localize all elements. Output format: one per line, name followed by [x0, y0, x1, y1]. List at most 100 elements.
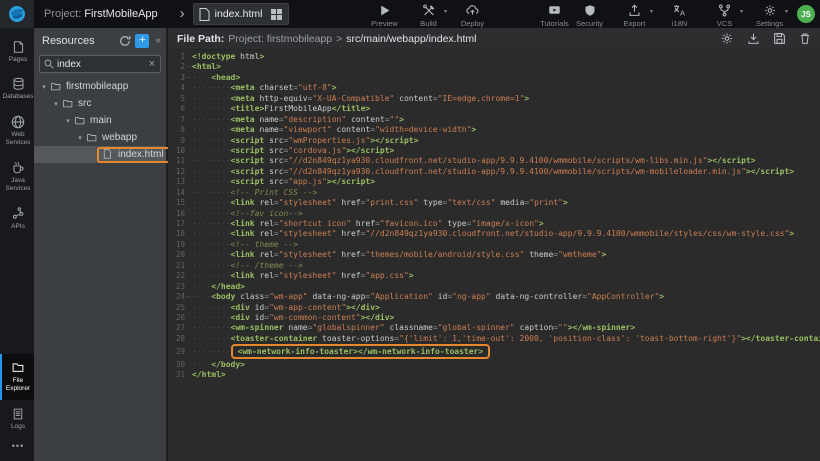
code-line-4[interactable]: 4········<meta charset="utf-8"> — [168, 83, 820, 93]
code-line-18[interactable]: 18········<link rel="stylesheet" href="/… — [168, 229, 820, 239]
sidebar-item-file-explorer[interactable]: File Explorer — [0, 354, 34, 400]
code-line-14[interactable]: 14········<!-- Print CSS --> — [168, 188, 820, 198]
line-number: 11 — [168, 156, 185, 166]
code-text: ········<!-- /theme --> — [192, 261, 303, 271]
code-line-21[interactable]: 21········<!-- /theme --> — [168, 261, 820, 271]
add-resource-button[interactable]: + — [135, 34, 149, 48]
editor-save-icon[interactable] — [773, 32, 786, 45]
code-line-16[interactable]: 16········<!--fav icon--> — [168, 209, 820, 219]
toolbar-action-preview[interactable]: Preview — [367, 0, 402, 28]
tree-item-main[interactable]: ▾main — [34, 112, 166, 129]
tree-item-firstmobileapp[interactable]: ▾firstmobileapp — [34, 78, 166, 95]
toolbar-action-security[interactable]: Security — [572, 0, 607, 28]
refresh-icon[interactable] — [119, 35, 131, 47]
sidebar-item-databases[interactable]: Databases — [0, 70, 34, 107]
toolbar-action-export[interactable]: Export▾ — [617, 0, 652, 28]
toolbar-action-i18n[interactable]: Ai18N — [662, 0, 697, 28]
apis-icon — [12, 207, 25, 220]
toolbar-action-deploy[interactable]: Deploy — [455, 0, 490, 28]
tree-item-content: firstmobileapp — [49, 81, 128, 92]
line-number: 7 — [168, 115, 185, 125]
sidebar-item-label: File Explorer — [3, 377, 33, 394]
action-label: Settings — [756, 19, 783, 28]
code-line-1[interactable]: 1<!doctype html> — [168, 52, 820, 62]
chevron-down-icon: ▾ — [740, 8, 743, 15]
code-line-10[interactable]: 10········<script src="cordova.js"></scr… — [168, 146, 820, 156]
toolbar-action-build[interactable]: Build▾ — [411, 0, 446, 28]
editor-settings-icon[interactable] — [720, 32, 734, 45]
caret-down-icon[interactable]: ▾ — [39, 83, 49, 91]
code-text: ········<script src="wmProperties.js"></… — [192, 136, 418, 146]
line-number: 19 — [168, 240, 185, 250]
toolbar-action-settings[interactable]: Settings▾ — [752, 0, 787, 28]
code-line-31[interactable]: 31</html> — [168, 370, 820, 380]
clear-search-icon[interactable]: × — [148, 58, 156, 70]
code-line-20[interactable]: 20········<link rel="stylesheet" href="t… — [168, 250, 820, 260]
tree-item-label: webapp — [102, 132, 137, 143]
tree-item-index-html[interactable]: index.html — [34, 146, 166, 163]
code-line-5[interactable]: 5········<meta http-equiv="X-UA-Compatib… — [168, 94, 820, 104]
tree-item-webapp[interactable]: ▾ webapp — [34, 129, 166, 146]
code-text: ········<wm-spinner name="globalspinner"… — [192, 323, 635, 333]
caret-down-icon[interactable]: ▾ — [51, 100, 61, 108]
code-editor: File Path: Project: firstmobileapp > src… — [168, 28, 820, 461]
code-line-17[interactable]: 17········<link rel="shortcut icon" href… — [168, 219, 820, 229]
toolbar-action-vcs[interactable]: VCS▾ — [707, 0, 742, 28]
user-avatar[interactable]: JS — [797, 5, 815, 23]
code-line-6[interactable]: 6 ········<title>FirstMobileApp</title> — [168, 104, 820, 114]
code-line-27[interactable]: 27········<wm-spinner name="globalspinne… — [168, 323, 820, 333]
code-line-3[interactable]: 3–····<head> — [168, 73, 820, 83]
line-number: 4 — [168, 83, 185, 93]
tab-index-html[interactable]: index.html — [193, 3, 289, 25]
code-line-24[interactable]: 24–····<body class="wm-app" data-ng-app=… — [168, 292, 820, 302]
line-number: 29 — [168, 347, 185, 357]
code-line-26[interactable]: 26········<div id="wm-common-content"></… — [168, 313, 820, 323]
collapse-panel-icon[interactable]: « — [153, 35, 163, 46]
sidebar-item-web-services[interactable]: Web Services — [0, 108, 34, 154]
security-icon — [584, 4, 596, 17]
code-line-9[interactable]: 9········<script src="wmProperties.js"><… — [168, 136, 820, 146]
code-area[interactable]: 1<!doctype html>2–<html>3–····<head>4···… — [168, 50, 820, 461]
sidebar-item-apis[interactable]: APIs — [0, 200, 34, 237]
sidebar-item-logs[interactable]: Logs — [0, 400, 34, 437]
code-line-12[interactable]: 12········<script src="//d2n849qz1ya930.… — [168, 167, 820, 177]
sidebar-item-more[interactable]: ••• — [0, 437, 34, 461]
code-line-13[interactable]: 13········<script src="app.js"></script> — [168, 177, 820, 187]
file-path-label: File Path: — [177, 33, 224, 45]
line-number: 13 — [168, 177, 185, 187]
code-line-8[interactable]: 8········<meta name="viewport" content="… — [168, 125, 820, 135]
code-line-22[interactable]: 22········<link rel="stylesheet" href="a… — [168, 271, 820, 281]
editor-delete-icon[interactable] — [799, 32, 811, 45]
sidebar-item-label: Logs — [11, 423, 25, 431]
search-input[interactable] — [57, 59, 145, 70]
code-line-2[interactable]: 2–<html> — [168, 62, 820, 72]
line-number: 12 — [168, 167, 185, 177]
chevron-right-icon[interactable]: › — [180, 5, 185, 22]
code-line-15[interactable]: 15········<link rel="stylesheet" href="p… — [168, 198, 820, 208]
sidebar-item-java-services[interactable]: Java Services — [0, 154, 34, 200]
code-line-25[interactable]: 25········<div id="wm-app-content"></div… — [168, 303, 820, 313]
toolbar-action-tutorials[interactable]: Tutorials — [537, 0, 572, 28]
caret-down-icon[interactable]: ▾ — [63, 117, 73, 125]
code-line-30[interactable]: 30····</body> — [168, 360, 820, 370]
code-line-7[interactable]: 7········<meta name="description" conten… — [168, 115, 820, 125]
caret-down-icon[interactable]: ▾ — [75, 134, 85, 142]
line-number: 6 — [168, 104, 185, 114]
code-line-28[interactable]: 28········<toaster-container toaster-opt… — [168, 334, 820, 344]
editor-download-icon[interactable] — [747, 32, 760, 45]
tree-item-src[interactable]: ▾src — [34, 95, 166, 112]
code-line-11[interactable]: 11········<script src="//d2n849qz1ya930.… — [168, 156, 820, 166]
sidebar-item-pages[interactable]: Pages — [0, 33, 34, 70]
search-icon — [44, 59, 54, 69]
toolbar-right: SecurityExport▾Ai18NVCS▾Settings▾JS — [572, 0, 820, 28]
sidebar-item-label: Web Services — [3, 131, 33, 148]
action-label: Deploy — [461, 19, 484, 28]
code-line-19[interactable]: 19········<!-- theme --> — [168, 240, 820, 250]
code-line-29[interactable]: 29········<wm-network-info-toaster></wm-… — [168, 347, 820, 357]
resources-header: Resources + « — [34, 28, 166, 53]
app-logo[interactable] — [0, 0, 34, 28]
code-text: ········<title>FirstMobileApp</title> — [192, 104, 370, 114]
code-line-23[interactable]: 23····</head> — [168, 282, 820, 292]
folder-icon — [86, 133, 98, 143]
grid-icon[interactable] — [270, 8, 283, 21]
